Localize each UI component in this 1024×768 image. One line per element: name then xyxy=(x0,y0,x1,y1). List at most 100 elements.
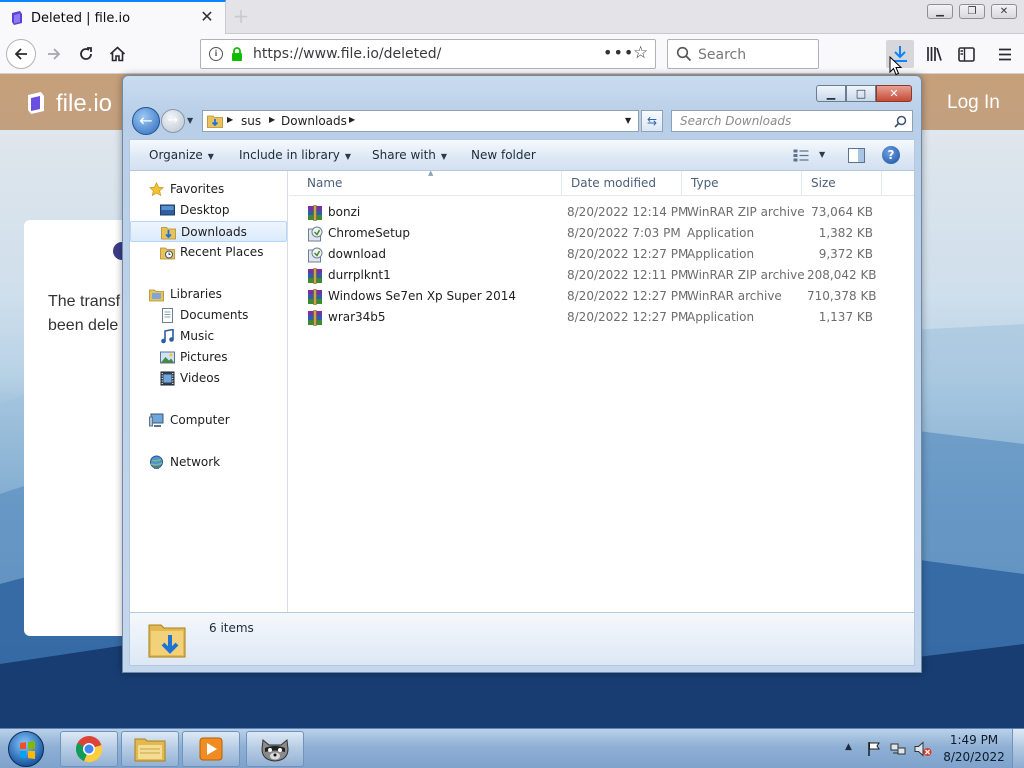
nav-pictures[interactable]: Pictures xyxy=(130,347,287,368)
file-name: download xyxy=(328,247,387,261)
column-header-date-modified[interactable]: Date modified xyxy=(562,171,682,196)
nav-recent-places[interactable]: Recent Places xyxy=(130,242,287,263)
clock-date[interactable]: 8/20/2022 xyxy=(942,750,1006,764)
breadcrumb-sus[interactable]: sus xyxy=(241,114,261,128)
restore-button[interactable]: ❐ xyxy=(959,4,985,19)
bookmark-star-icon[interactable]: ☆ xyxy=(633,43,648,63)
clock-time[interactable]: 1:49 PM xyxy=(942,733,1006,747)
nav-desktop-label: Desktop xyxy=(180,203,230,217)
views-dropdown-icon[interactable]: ▼ xyxy=(819,150,825,159)
explorer-back-button[interactable]: ← xyxy=(132,107,160,135)
explorer-forward-button[interactable]: → xyxy=(161,109,185,133)
info-icon[interactable]: i xyxy=(209,47,223,61)
nav-documents[interactable]: Documents xyxy=(130,305,287,326)
volume-muted-icon[interactable] xyxy=(914,741,932,757)
preview-pane-icon[interactable] xyxy=(848,148,865,163)
back-button[interactable] xyxy=(6,39,36,69)
file-size: 9,372 KB xyxy=(818,247,873,261)
url-bar[interactable]: i https://www.file.io/deleted/ ••• ☆ xyxy=(200,39,656,69)
file-row[interactable]: ChromeSetup 8/20/2022 7:03 PM Applicatio… xyxy=(298,223,894,244)
nav-videos[interactable]: Videos xyxy=(130,368,287,389)
site-logo[interactable]: file.io xyxy=(56,90,112,118)
new-folder-button[interactable]: New folder xyxy=(471,148,536,162)
forward-button[interactable] xyxy=(40,40,68,68)
navigation-toolbar: i https://www.file.io/deleted/ ••• ☆ Sea… xyxy=(0,34,1024,74)
search-icon[interactable] xyxy=(894,115,907,128)
tab-file-io[interactable]: Deleted | file.io ✕ xyxy=(0,0,226,34)
recent-pages-dropdown-icon[interactable]: ▼ xyxy=(187,116,193,125)
nav-downloads[interactable]: Downloads xyxy=(130,221,287,242)
change-view-icon[interactable] xyxy=(793,149,809,162)
explorer-close-button[interactable]: ✕ xyxy=(876,85,912,102)
explorer-search-input[interactable]: Search Downloads xyxy=(671,110,913,132)
taskbar-raccoon-app[interactable] xyxy=(246,731,304,767)
breadcrumb-separator-icon[interactable]: ▶ xyxy=(269,115,275,124)
network-tray-icon[interactable] xyxy=(890,741,906,757)
organize-menu[interactable]: Organize ▼ xyxy=(149,148,214,162)
file-name: Windows Se7en Xp Super 2014 xyxy=(328,289,516,303)
taskbar-explorer[interactable] xyxy=(121,731,179,767)
breadcrumb-separator-icon[interactable]: ▶ xyxy=(227,115,233,124)
address-bar[interactable]: ▶ sus ▶ Downloads ▶ ▼ xyxy=(202,110,639,132)
login-link[interactable]: Log In xyxy=(947,92,1000,114)
file-row[interactable]: bonzi 8/20/2022 12:14 PM WinRAR ZIP arch… xyxy=(298,202,894,223)
taskbar-media-player[interactable] xyxy=(182,731,240,767)
show-hidden-icons-icon[interactable]: ▲ xyxy=(845,742,852,752)
start-button[interactable] xyxy=(4,730,48,768)
nav-network[interactable]: Network xyxy=(130,452,287,473)
new-tab-icon[interactable]: + xyxy=(232,5,250,27)
file-row[interactable]: durrplknt1 8/20/2022 12:11 PM WinRAR ZIP… xyxy=(298,265,894,286)
file-type: Application xyxy=(687,310,755,324)
hamburger-menu-button[interactable] xyxy=(991,40,1019,68)
computer-icon xyxy=(149,413,164,427)
nav-pictures-label: Pictures xyxy=(180,350,228,364)
tab-close-icon[interactable]: ✕ xyxy=(199,9,215,25)
file-date: 8/20/2022 12:27 PM xyxy=(567,310,689,324)
mouse-cursor-icon xyxy=(889,56,903,76)
file-date: 8/20/2022 7:03 PM xyxy=(567,226,681,240)
explorer-folder-icon xyxy=(134,738,166,762)
refresh-button[interactable]: ⇆ xyxy=(641,110,663,132)
search-icon xyxy=(676,46,692,62)
back-arrow-icon: ← xyxy=(139,111,153,130)
file-name: wrar34b5 xyxy=(328,310,386,324)
nav-favorites[interactable]: Favorites xyxy=(130,179,287,200)
forward-arrow-icon: → xyxy=(167,113,179,128)
file-io-logo-icon[interactable] xyxy=(26,92,46,114)
show-desktop-button[interactable] xyxy=(1012,729,1024,768)
lock-icon[interactable] xyxy=(231,47,243,61)
breadcrumb-downloads[interactable]: Downloads xyxy=(281,114,347,128)
column-header-type[interactable]: Type xyxy=(682,171,802,196)
star-icon xyxy=(149,182,164,197)
minimize-button[interactable]: ▁ xyxy=(927,4,953,19)
explorer-maximize-button[interactable]: □ xyxy=(846,85,876,102)
home-button[interactable] xyxy=(103,40,131,68)
library-button[interactable] xyxy=(920,40,948,68)
explorer-minimize-button[interactable]: ▁ xyxy=(816,85,846,102)
url-text[interactable]: https://www.file.io/deleted/ xyxy=(253,46,441,62)
search-bar[interactable]: Search xyxy=(667,39,819,69)
action-center-flag-icon[interactable] xyxy=(866,741,882,757)
file-io-favicon-icon xyxy=(12,11,22,25)
nav-desktop[interactable]: Desktop xyxy=(130,200,287,221)
nav-music[interactable]: Music xyxy=(130,326,287,347)
help-icon[interactable]: ? xyxy=(882,146,900,164)
column-header-name[interactable]: Name xyxy=(298,171,562,196)
include-in-library-menu[interactable]: Include in library ▼ xyxy=(239,148,351,162)
breadcrumb-separator-icon[interactable]: ▶ xyxy=(349,115,355,124)
nav-libraries[interactable]: Libraries xyxy=(130,284,287,305)
page-actions-icon[interactable]: ••• xyxy=(603,43,634,62)
nav-computer[interactable]: Computer xyxy=(130,410,287,431)
reload-button[interactable] xyxy=(72,40,100,68)
file-size: 1,137 KB xyxy=(818,310,873,324)
file-row[interactable]: download 8/20/2022 12:27 PM Application … xyxy=(298,244,894,265)
close-button[interactable]: ✕ xyxy=(991,4,1017,19)
file-row[interactable]: wrar34b5 8/20/2022 12:27 PM Application … xyxy=(298,307,894,328)
sidebar-button[interactable] xyxy=(952,40,980,68)
address-dropdown-icon[interactable]: ▼ xyxy=(625,116,631,125)
column-header-size[interactable]: Size xyxy=(802,171,882,196)
file-row[interactable]: Windows Se7en Xp Super 2014 8/20/2022 12… xyxy=(298,286,894,307)
share-with-menu[interactable]: Share with ▼ xyxy=(372,148,447,162)
taskbar-chrome[interactable] xyxy=(60,731,118,767)
restore-icon: ❐ xyxy=(967,6,977,17)
